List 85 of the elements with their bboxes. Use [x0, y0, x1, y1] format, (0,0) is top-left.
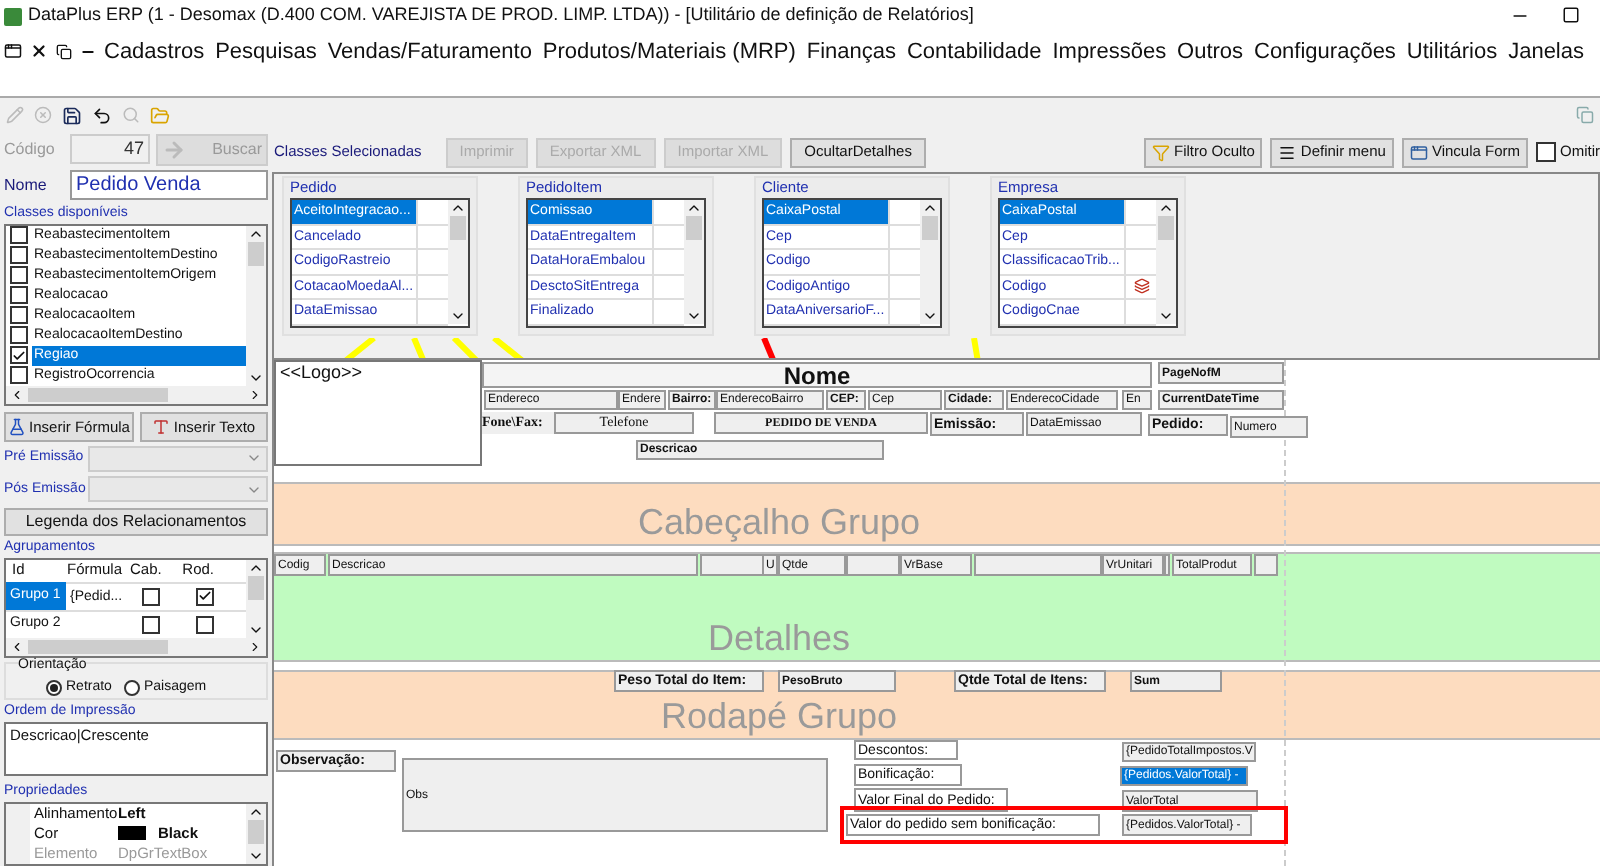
- band-title: Detalhes: [707, 620, 851, 656]
- checkbox[interactable]: [10, 326, 28, 345]
- arrow-icon: [162, 137, 186, 162]
- checkbox[interactable]: [10, 226, 28, 245]
- scrollbar[interactable]: [246, 803, 266, 864]
- window-icon: [1409, 143, 1428, 161]
- band-title: Rodapé Grupo: [660, 698, 898, 734]
- checkbox[interactable]: [10, 346, 28, 365]
- menu-item[interactable]: Impressões: [1052, 36, 1167, 69]
- scrollbar[interactable]: [920, 200, 940, 324]
- scroll-thumb[interactable]: [248, 819, 264, 844]
- field-label: Código: [4, 137, 57, 162]
- scrollbar[interactable]: [684, 200, 704, 324]
- checkbox[interactable]: [141, 615, 159, 634]
- scrollbar[interactable]: [6, 385, 266, 404]
- scroll-down-icon: [922, 308, 938, 324]
- scroll-up-icon: [1158, 200, 1174, 216]
- menu-item[interactable]: Pesquisas: [215, 36, 317, 69]
- logo-field: <<Logo>>: [274, 360, 482, 466]
- undo-icon[interactable]: [92, 105, 112, 125]
- flask-icon: [7, 417, 26, 436]
- scroll-down-icon: [686, 308, 702, 324]
- folder-icon[interactable]: [150, 105, 170, 125]
- scroll-thumb[interactable]: [248, 575, 264, 600]
- scroll-thumb[interactable]: [28, 639, 168, 654]
- scroll-thumb[interactable]: [248, 241, 264, 266]
- menu-item[interactable]: Vendas/Faturamento: [327, 36, 532, 69]
- code-field[interactable]: 47: [70, 134, 150, 165]
- scroll-thumb[interactable]: [450, 216, 466, 240]
- scroll-up-icon: [450, 200, 466, 216]
- check-icon: [198, 588, 212, 605]
- scroll-thumb[interactable]: [686, 216, 702, 240]
- radio-button[interactable]: [46, 679, 62, 696]
- menu-icon: [1278, 143, 1297, 161]
- menu-item[interactable]: Configurações: [1254, 36, 1396, 69]
- restore-icon[interactable]: [56, 43, 72, 59]
- scrollbar[interactable]: [6, 637, 266, 656]
- scroll-up-icon: [922, 200, 938, 216]
- checkbox[interactable]: [1536, 142, 1556, 162]
- close-icon[interactable]: [30, 42, 48, 60]
- scroll-right-icon: [248, 387, 262, 402]
- menu-item[interactable]: Cadastros: [104, 36, 205, 69]
- scrollbar[interactable]: [448, 200, 468, 324]
- scroll-thumb[interactable]: [1158, 216, 1174, 240]
- empty-field: [1164, 554, 1170, 576]
- scroll-up-icon: [686, 200, 702, 216]
- menu-item[interactable]: Finanças: [806, 36, 897, 69]
- save-icon[interactable]: [62, 105, 82, 125]
- scrollbar[interactable]: [1156, 200, 1176, 324]
- maximize-icon[interactable]: [1562, 6, 1580, 24]
- field-label: Nome: [4, 173, 49, 198]
- checkbox[interactable]: [196, 587, 214, 606]
- menu-item[interactable]: Produtos/Materiais (MRP): [542, 36, 796, 69]
- checkbox[interactable]: [10, 246, 28, 265]
- check-icon: [12, 347, 26, 364]
- checkbox[interactable]: [10, 286, 28, 305]
- window-icon[interactable]: [1576, 106, 1594, 124]
- app-icon: [4, 7, 22, 25]
- scroll-right-icon: [248, 639, 262, 654]
- menu-item[interactable]: Outros: [1177, 36, 1244, 69]
- menu-item[interactable]: Utilitários: [1406, 36, 1498, 69]
- checkbox[interactable]: [10, 266, 28, 285]
- window-title: DataPlus ERP (1 - Desomax (D.400 COM. VAREJISTA DE PROD. LIMP. LTDA)) - [Utilitário de definição de Relatórios]: [28, 2, 974, 29]
- scroll-thumb[interactable]: [28, 387, 168, 402]
- legend-button[interactable]: Legenda dos Relacionamentos: [4, 507, 268, 536]
- scroll-down-icon: [1158, 308, 1174, 324]
- report-title: Nome: [482, 362, 1152, 388]
- checkbox[interactable]: [10, 306, 28, 325]
- scrollbar[interactable]: [246, 559, 266, 638]
- radio-button[interactable]: [123, 679, 140, 696]
- menu-item[interactable]: Janelas: [1508, 36, 1584, 69]
- scrollbar[interactable]: [246, 225, 266, 386]
- checkbox[interactable]: [10, 366, 28, 385]
- filter-icon: [1151, 143, 1170, 161]
- document-icon[interactable]: [4, 42, 22, 60]
- checkbox[interactable]: [141, 587, 159, 606]
- text-icon: [151, 417, 170, 436]
- scroll-left-icon: [10, 639, 24, 654]
- name-field[interactable]: Pedido Venda: [70, 170, 268, 201]
- scroll-left-icon: [10, 387, 24, 402]
- checkbox[interactable]: [196, 615, 214, 634]
- scroll-down-icon: [450, 308, 466, 324]
- menu-item[interactable]: Contabilidade: [906, 36, 1042, 69]
- scroll-thumb[interactable]: [922, 216, 938, 240]
- band-title: Cabeçalho Grupo: [637, 504, 921, 540]
